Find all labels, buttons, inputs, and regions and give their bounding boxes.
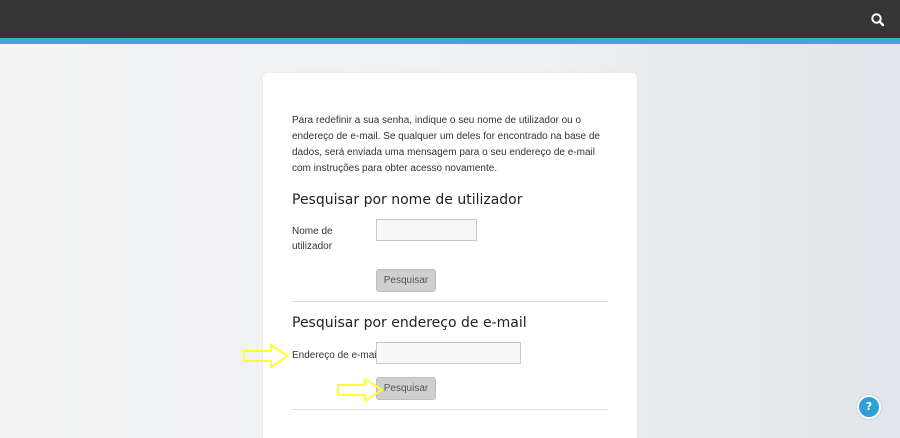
- email-section-title: Pesquisar por endereço de e-mail: [292, 315, 527, 331]
- forgot-password-card: Para redefinir a sua senha, indique o se…: [263, 73, 637, 438]
- instructions-text: Para redefinir a sua senha, indique o se…: [292, 115, 600, 174]
- navbar-accent-strip: [0, 38, 900, 44]
- search-by-email-button[interactable]: Pesquisar: [376, 377, 436, 400]
- search-by-username-button[interactable]: Pesquisar: [376, 269, 436, 292]
- arrow-right-icon: [243, 344, 289, 373]
- section-divider: [292, 301, 608, 302]
- username-section-title: Pesquisar por nome de utilizador: [292, 192, 523, 208]
- username-input[interactable]: [376, 219, 477, 241]
- search-icon[interactable]: [869, 11, 887, 29]
- help-button[interactable]: ?: [857, 395, 881, 419]
- email-input[interactable]: [376, 342, 521, 364]
- section-divider: [292, 409, 608, 410]
- arrow-right-icon: [337, 378, 383, 407]
- top-navbar: [0, 0, 900, 38]
- email-label: Endereço de e-mail: [292, 350, 379, 361]
- username-label: Nome de utilizador: [292, 226, 333, 252]
